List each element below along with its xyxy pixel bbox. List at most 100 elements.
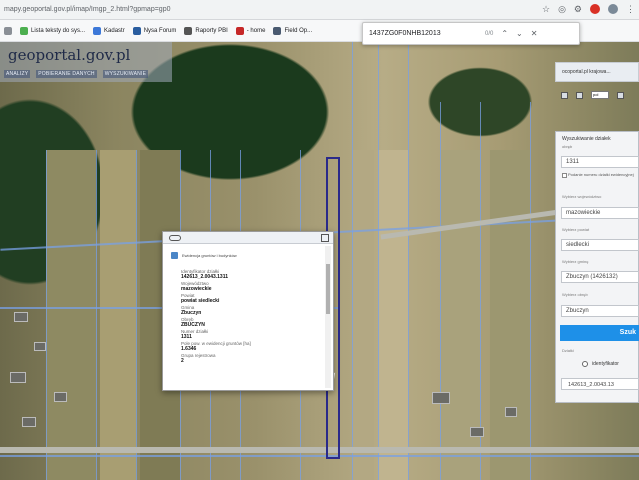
find-next-icon[interactable]: ⌄ xyxy=(516,29,523,38)
browser-toolbar-icons: ☆ ◎ ⚙ ⋮ xyxy=(542,4,635,15)
address-bar[interactable]: mapy.geoportal.gov.pl/imap/Imgp_2.html?g… xyxy=(0,0,639,20)
parcel-boundary xyxy=(136,150,137,480)
parcel-boundary xyxy=(46,150,47,480)
layer-header[interactable]: ocoportal.pl krajowa... xyxy=(555,62,639,82)
bookmark-item[interactable]: Nysa Forum xyxy=(132,26,177,35)
field-value: 1.6346 xyxy=(181,346,197,352)
field-value: Zbuczyn xyxy=(181,310,202,316)
parcel-number-input[interactable]: 1311 xyxy=(561,156,639,168)
bookmark-icon xyxy=(132,26,141,35)
commune-label: Wybierz gminę xyxy=(562,259,589,264)
bookmark-icon xyxy=(93,26,102,35)
parcel-number-checkbox[interactable] xyxy=(562,173,567,178)
bookmark-label: Nysa Forum xyxy=(143,27,177,34)
find-input[interactable]: 1437ZG0F0NHB12013 xyxy=(369,30,477,37)
bookmark-item[interactable]: Field Op... xyxy=(273,26,313,35)
bookmark-item[interactable]: Lista teksty do sys... xyxy=(20,26,86,35)
language-select[interactable]: pol xyxy=(591,91,609,99)
url-text[interactable]: mapy.geoportal.gov.pl/imap/Imgp_2.html?g… xyxy=(4,6,170,13)
popup-header xyxy=(163,232,333,244)
parcel-number-note: Podanie numeru działki ewidencyjnej xyxy=(568,172,634,177)
panel-subtitle: obręb xyxy=(562,144,573,149)
field-value: powiat siedlecki xyxy=(181,298,220,304)
bookmark-label: Field Op... xyxy=(284,27,313,34)
field-strip xyxy=(490,150,530,480)
map-tools: pol xyxy=(555,88,639,102)
bookmark-icon xyxy=(20,26,28,35)
star-icon[interactable]: ☆ xyxy=(542,4,550,15)
toggle-icon[interactable] xyxy=(169,235,181,241)
building xyxy=(14,312,28,322)
bookmark-item[interactable]: Raporty PBI xyxy=(184,26,228,35)
maximize-icon[interactable] xyxy=(321,234,329,242)
print-icon[interactable] xyxy=(561,91,568,99)
panel-title: Wyszukiwanie działek xyxy=(562,136,611,142)
layer-header-text: ocoportal.pl krajowa... xyxy=(562,69,611,75)
find-bar: 1437ZG0F0NHB12013 0/0 ⌃ ⌄ ✕ xyxy=(362,22,580,45)
menu-pobieranie-danych[interactable]: POBIERANIE DANYCH xyxy=(36,70,97,78)
info-icon xyxy=(171,252,178,259)
bookmark-apps[interactable] xyxy=(4,26,12,35)
parcel-boundary xyxy=(530,102,531,480)
building xyxy=(432,392,450,404)
map-menu: ANALIZY POBIERANIE DANYCH WYSZUKIWANIE xyxy=(4,70,149,78)
parcel-boundary xyxy=(480,102,481,480)
precinct-label: Wybierz obręb xyxy=(562,292,588,297)
building xyxy=(505,407,517,417)
field-value: 2 xyxy=(181,358,184,364)
save-icon[interactable] xyxy=(576,91,583,99)
screen: mapy.geoportal.gov.pl/imap/Imgp_2.html?g… xyxy=(0,0,639,480)
building xyxy=(34,342,46,351)
road xyxy=(0,447,639,453)
popup-subtitle-text: Ewidencja gruntów i budynków xyxy=(182,253,237,258)
parcel-search-panel: Wyszukiwanie działek obręb 1311 Podanie … xyxy=(555,131,639,403)
settings-icon[interactable]: ⚙ xyxy=(574,4,582,15)
bookmark-label: Kadastr xyxy=(104,27,125,34)
menu-wyszukiwanie[interactable]: WYSZUKIWANIE xyxy=(102,70,149,78)
field-value: 142613_2.0043.1311 xyxy=(181,274,228,280)
popup-scrollbar[interactable] xyxy=(325,246,331,388)
find-previous-icon[interactable]: ⌃ xyxy=(501,29,508,38)
extension-icon[interactable]: ◎ xyxy=(558,4,566,15)
bookmark-item[interactable]: - home xyxy=(235,26,266,35)
field-value: 1311 xyxy=(181,334,192,340)
building xyxy=(22,417,36,427)
bookmark-icon xyxy=(235,26,244,35)
parcel-boundary xyxy=(96,150,97,480)
parcel-boundary xyxy=(378,42,379,480)
bookmark-label: - home xyxy=(246,27,266,34)
district-label: Wybierz powiat xyxy=(562,227,590,232)
menu-icon[interactable]: ⋮ xyxy=(626,4,635,15)
scrollbar-thumb[interactable] xyxy=(326,264,330,314)
geoportal-logo[interactable]: geoportal.gov.pl xyxy=(8,46,130,64)
precinct-select[interactable]: Zbuczyn xyxy=(561,305,639,317)
bookmark-label: Lista teksty do sys... xyxy=(31,27,86,34)
help-icon[interactable] xyxy=(617,91,624,99)
bookmark-item[interactable]: Kadastr xyxy=(93,26,125,35)
voivodeship-select[interactable]: mazowieckie xyxy=(561,207,639,219)
apps-icon xyxy=(4,26,12,35)
result-identifier[interactable]: 142613_2.0043.13 xyxy=(561,378,639,390)
parcel-boundary xyxy=(408,42,409,480)
search-button[interactable]: Szuk xyxy=(560,325,639,341)
popup-body: Identyfikator działki 142613_2.0043.1311… xyxy=(181,269,321,387)
commune-select[interactable]: Zbuczyn (1426132) xyxy=(561,271,639,283)
building xyxy=(54,392,67,402)
field-strip xyxy=(352,150,374,480)
field-strip xyxy=(100,150,136,480)
building xyxy=(470,427,484,437)
profile-avatar[interactable] xyxy=(608,4,618,14)
district-select[interactable]: siedlecki xyxy=(561,239,639,251)
close-icon[interactable]: ✕ xyxy=(531,29,538,38)
logo-banner: geoportal.gov.pl ANALIZY POBIERANIE DANY… xyxy=(0,42,172,82)
menu-analizy[interactable]: ANALIZY xyxy=(4,70,31,78)
building xyxy=(10,372,26,383)
parcel-info-popup: Ewidencja gruntów i budynków Identyfikat… xyxy=(162,231,334,391)
identifier-radio-label: identyfikator xyxy=(592,361,619,367)
voivodeship-label: Wybierz województwo xyxy=(562,194,602,199)
parcel-boundary xyxy=(440,102,441,480)
record-icon[interactable] xyxy=(590,4,600,14)
field-value: mazowieckie xyxy=(181,286,212,292)
identifier-radio[interactable] xyxy=(582,361,588,367)
find-count: 0/0 xyxy=(485,30,494,37)
